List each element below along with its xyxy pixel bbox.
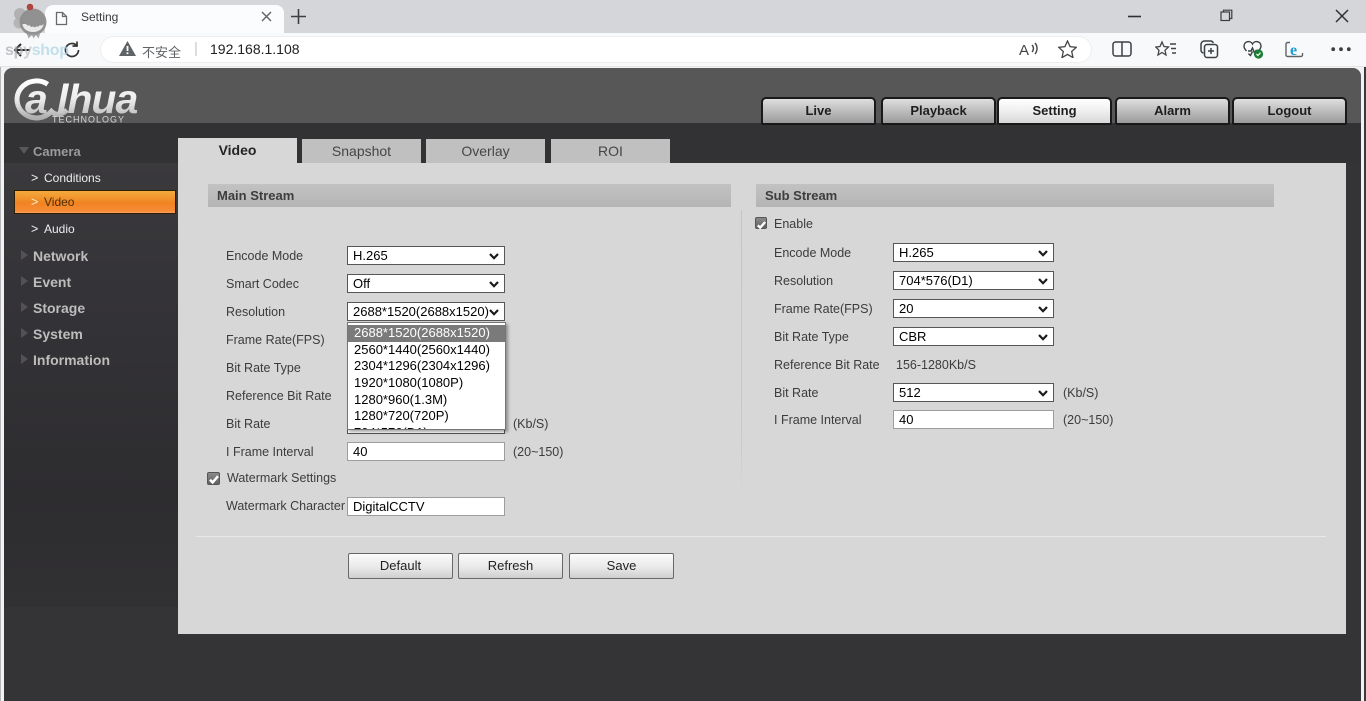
- svg-text:e: e: [1290, 42, 1297, 59]
- svg-text:a: a: [25, 76, 48, 122]
- svg-text:A: A: [1019, 42, 1029, 58]
